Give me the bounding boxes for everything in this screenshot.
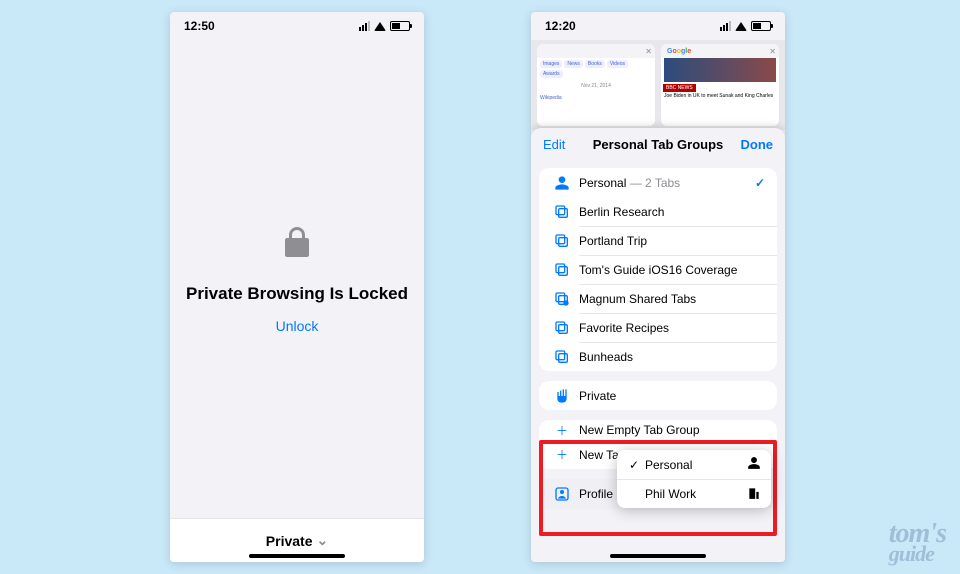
edit-button[interactable]: Edit (543, 137, 565, 152)
wifi-icon (735, 22, 747, 31)
tabs-icon (551, 233, 573, 249)
phone-left: 12:50 Private Browsing Is Locked Unlock … (170, 12, 424, 562)
thumbnail-headline: Joe Biden in UK to meet Sunak and King C… (661, 94, 779, 100)
locked-title: Private Browsing Is Locked (186, 284, 408, 304)
home-indicator (610, 554, 706, 558)
status-time: 12:20 (545, 19, 576, 33)
tab-group-item[interactable]: Magnum Shared Tabs (539, 284, 777, 313)
battery-icon (751, 21, 771, 31)
checkmark-icon: ✓ (627, 458, 641, 472)
plus-icon: ＋ (551, 446, 573, 463)
tab-thumbnails: ✕ ImagesNewsBooksVideosAwards Nov 21, 20… (531, 40, 785, 130)
building-icon (747, 486, 761, 503)
sheet-header: Edit Personal Tab Groups Done (531, 128, 785, 160)
status-bar: 12:20 (531, 12, 785, 40)
tab-group-item[interactable]: Tom's Guide iOS16 Coverage (539, 255, 777, 284)
tab-group-label: Portland Trip (579, 234, 765, 248)
tab-group-label: Favorite Recipes (579, 321, 765, 335)
private-browsing-locked: Private Browsing Is Locked Unlock (170, 40, 424, 518)
done-button[interactable]: Done (741, 137, 774, 152)
tab-group-private[interactable]: Private (539, 381, 777, 410)
close-icon[interactable]: ✕ (645, 47, 652, 56)
status-icons (359, 21, 410, 31)
tab-group-personal[interactable]: Personal — 2 Tabs ✓ (539, 168, 777, 197)
status-icons (720, 21, 771, 31)
tab-group-item[interactable]: Berlin Research (539, 197, 777, 226)
option-label: Personal (645, 458, 692, 472)
hand-icon (551, 388, 573, 404)
thumbnail-source: BBC NEWS (663, 84, 696, 92)
tabs-icon (551, 204, 573, 220)
thumbnail-subtitle: Nov 21, 2014 (537, 80, 655, 90)
tab-group-item[interactable]: Favorite Recipes (539, 313, 777, 342)
tab-group-label: Private (266, 533, 313, 549)
profile-option-personal[interactable]: ✓ Personal (617, 450, 771, 479)
tab-group-label: Magnum Shared Tabs (579, 292, 765, 306)
profile-icon (551, 486, 573, 502)
tab-groups-list: Personal — 2 Tabs ✓ Berlin Research Portl… (539, 168, 777, 371)
plus-icon: ＋ (551, 422, 573, 439)
shared-tabs-icon (551, 291, 573, 307)
status-bar: 12:50 (170, 12, 424, 40)
chevron-down-icon: ⌄ (316, 532, 328, 549)
tab-group-item[interactable]: Portland Trip (539, 226, 777, 255)
tab-group-label: Berlin Research (579, 205, 765, 219)
new-empty-tab-group[interactable]: ＋ New Empty Tab Group (539, 420, 777, 440)
checkmark-icon: ✓ (755, 176, 765, 190)
cellular-icon (720, 21, 731, 31)
status-time: 12:50 (184, 19, 215, 33)
home-indicator (249, 554, 345, 558)
private-group: Private (539, 381, 777, 410)
tab-group-label: Tom's Guide iOS16 Coverage (579, 263, 765, 277)
option-label: Phil Work (645, 487, 696, 501)
profile-option-work[interactable]: Phil Work (617, 479, 771, 508)
tab-thumbnail[interactable]: Google✕ BBC NEWS Joe Biden in UK to meet… (661, 44, 779, 126)
tab-group-label: Bunheads (579, 350, 765, 364)
unlock-button[interactable]: Unlock (276, 318, 319, 334)
person-icon (551, 175, 573, 191)
tabs-icon (551, 349, 573, 365)
tab-thumbnail[interactable]: ✕ ImagesNewsBooksVideosAwards Nov 21, 20… (537, 44, 655, 126)
tab-group-label: Personal (579, 176, 626, 190)
tabs-icon (551, 262, 573, 278)
tab-group-label: Private (579, 389, 765, 403)
cellular-icon (359, 21, 370, 31)
tab-group-item[interactable]: Bunheads (539, 342, 777, 371)
tab-groups-sheet: Edit Personal Tab Groups Done Personal —… (531, 128, 785, 562)
thumbnail-link: Wikipedia (537, 90, 655, 102)
close-icon[interactable]: ✕ (769, 47, 776, 56)
tabs-icon (551, 320, 573, 336)
profile-popover: ✓ Personal Phil Work (617, 450, 771, 508)
phone-right: 12:20 ✕ ImagesNewsBooksVideosAwards Nov … (531, 12, 785, 562)
watermark: tom's guide (889, 522, 946, 564)
menu-label: New Empty Tab Group (579, 423, 765, 437)
tab-group-meta: — 2 Tabs (626, 176, 680, 190)
lock-icon (283, 225, 311, 264)
person-icon (747, 456, 761, 473)
wifi-icon (374, 22, 386, 31)
battery-icon (390, 21, 410, 31)
